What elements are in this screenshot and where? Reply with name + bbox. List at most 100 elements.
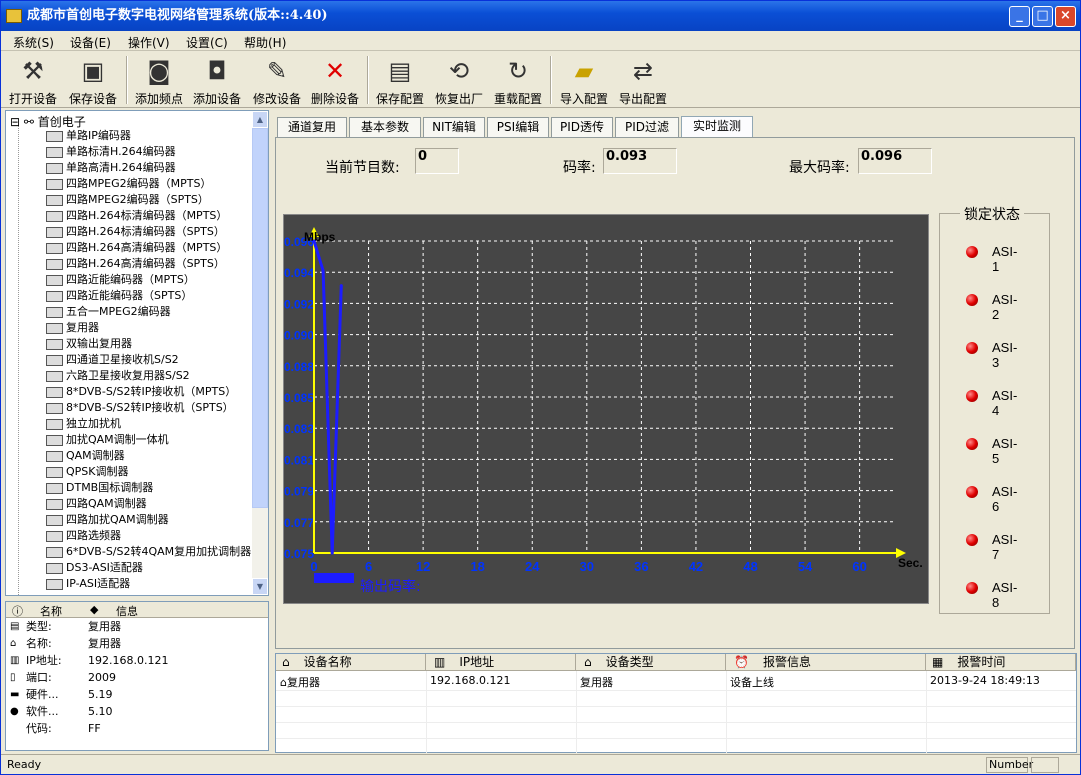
property-row[interactable]: 代码: FF (6, 720, 268, 737)
device-icon (46, 354, 63, 366)
tab-realtime-monitor[interactable]: 实时监测 (681, 116, 753, 138)
tree-item-label: 四通道卫星接收机S/S2 (66, 353, 179, 366)
col-alarm-info[interactable]: ⏰ 报警信息 (726, 654, 926, 671)
lock-label: ASI-3 (992, 340, 1018, 370)
wrench-icon: ⚒ (22, 57, 44, 85)
tree-item-label: 五合一MPEG2编码器 (66, 305, 171, 318)
device-icon: ⌂ (282, 655, 290, 669)
tree-item[interactable]: 单路高清H.264编码器 (46, 160, 176, 176)
alarm-row-info[interactable]: 设备上线 (730, 674, 774, 690)
tree-item-label: 四路H.264标清编码器（SPTS） (66, 225, 225, 238)
tree-item[interactable]: 四路近能编码器（SPTS） (46, 288, 192, 304)
tree-item[interactable]: 四路H.264标清编码器（SPTS） (46, 224, 225, 240)
tree-item[interactable]: 五合一MPEG2编码器 (46, 304, 171, 320)
property-key: IP地址: (26, 654, 62, 667)
scroll-up-icon[interactable]: ▲ (252, 111, 268, 128)
tree-item[interactable]: 四路选频器 (46, 528, 121, 544)
tree-item[interactable]: 四路近能编码器（MPTS） (46, 272, 195, 288)
import-config-button[interactable]: ▰ 导入配置 (556, 54, 612, 106)
tree-item[interactable]: 8*DVB-S/S2转IP接收机（SPTS） (46, 400, 234, 416)
tree-item[interactable]: 复用器 (46, 320, 99, 336)
close-button[interactable]: × (1055, 6, 1076, 27)
tree-item[interactable]: 四路加扰QAM调制器 (46, 512, 169, 528)
col-alarm-time[interactable]: ▦ 报警时间 (926, 654, 1076, 671)
toolbar-separator (126, 56, 128, 104)
alarm-row-ip[interactable]: 192.168.0.121 (430, 674, 510, 687)
tree-item[interactable]: 单路标清H.264编码器 (46, 144, 176, 160)
tree-item[interactable]: IP-ASI适配器 (46, 576, 130, 592)
alarm-row-device[interactable]: ⌂复用器 (280, 674, 320, 690)
tree-item[interactable]: 四路MPEG2编码器（SPTS） (46, 192, 209, 208)
device-icon (46, 514, 63, 526)
tree-item[interactable]: 四路H.264高清编码器（MPTS） (46, 240, 227, 256)
tab-pid-filter[interactable]: PID过滤 (615, 117, 679, 137)
property-row[interactable]: ● 软件... 5.10 (6, 703, 268, 720)
tree-item[interactable]: 6*DVB-S/S2转4QAM复用加扰调制器 (46, 544, 251, 560)
max-bitrate-value: 0.096 (858, 148, 932, 174)
property-row[interactable]: ▬ 硬件... 5.19 (6, 686, 268, 703)
tree-item[interactable]: 加扰QAM调制一体机 (46, 432, 169, 448)
tab-psi-edit[interactable]: PSI编辑 (487, 117, 549, 137)
tree-item[interactable]: 四路QAM调制器 (46, 496, 147, 512)
tree-item[interactable]: 四路MPEG2编码器（MPTS） (46, 176, 211, 192)
add-frequency-button[interactable]: ◙ 添加频点 (131, 54, 187, 106)
tree-item-label: IP-ASI适配器 (66, 577, 131, 590)
reload-config-button[interactable]: ↻ 重载配置 (491, 54, 545, 106)
delete-device-button[interactable]: ✕ 删除设备 (307, 54, 363, 106)
col-ip-address[interactable]: ▥ IP地址 (426, 654, 576, 671)
col-device-type[interactable]: ⌂ 设备类型 (576, 654, 726, 671)
tab-pid-passthrough[interactable]: PID透传 (551, 117, 613, 137)
alarm-list[interactable]: ⌂ 设备名称 ▥ IP地址 ⌂ 设备类型 ⏰ 报警信息 ▦ 报警时间 ⌂复用器 192.1… (275, 653, 1077, 753)
tree-item[interactable]: 四通道卫星接收机S/S2 (46, 352, 179, 368)
property-row[interactable]: ⌂ 名称: 复用器 (6, 635, 268, 652)
tree-item[interactable]: QPSK调制器 (46, 464, 129, 480)
tree-item-label: DTMB国标调制器 (66, 481, 154, 494)
output-legend-swatch (314, 573, 354, 583)
tab-basic-params[interactable]: 基本参数 (349, 117, 421, 137)
scroll-thumb[interactable] (252, 128, 268, 508)
tab-channel-mux[interactable]: 通道复用 (277, 117, 347, 137)
tab-nit-edit[interactable]: NIT编辑 (423, 117, 485, 137)
maximize-button[interactable]: □ (1032, 6, 1053, 27)
collapse-icon[interactable]: ⊟ (10, 115, 20, 129)
tree-item[interactable]: 四路H.264标清编码器（MPTS） (46, 208, 227, 224)
factory-reset-button[interactable]: ⟲ 恢复出厂 (431, 54, 487, 106)
scroll-down-icon[interactable]: ▼ (252, 578, 268, 595)
tree-item[interactable]: 双输出复用器 (46, 336, 132, 352)
title-bar[interactable]: 成都市首创电子数字电视网络管理系统(版本::4.40) _ □ × (1, 1, 1080, 31)
tree-scrollbar[interactable]: ▲ ▼ (252, 111, 268, 595)
tree-item[interactable]: 8*DVB-S/S2转IP接收机（MPTS） (46, 384, 236, 400)
property-row[interactable]: ▥ IP地址: 192.168.0.121 (6, 652, 268, 669)
tree-item[interactable]: 单路IP编码器 (46, 128, 131, 144)
tree-item[interactable]: 独立加扰机 (46, 416, 121, 432)
add-device-button[interactable]: ◘ 添加设备 (189, 54, 245, 106)
property-icon: ▯ (10, 672, 16, 683)
tree-item[interactable]: DS3-ASI适配器 (46, 560, 143, 576)
edit-device-button[interactable]: ✎ 修改设备 (249, 54, 305, 106)
menu-settings[interactable]: 设置(C) (186, 34, 228, 51)
tree-item[interactable]: 四路H.264高清编码器（SPTS） (46, 256, 225, 272)
tree-item[interactable]: QAM调制器 (46, 448, 125, 464)
alarm-row-time[interactable]: 2013-9-24 18:49:13 (930, 674, 1040, 687)
save-config-button[interactable]: ▤ 保存配置 (373, 54, 427, 106)
save-device-button[interactable]: ▣ 保存设备 (65, 54, 121, 106)
column-name[interactable]: 名称 (40, 603, 62, 619)
tree-item[interactable]: DTMB国标调制器 (46, 480, 153, 496)
menu-help[interactable]: 帮助(H) (244, 34, 286, 51)
column-info[interactable]: 信息 (116, 603, 138, 619)
menu-operation[interactable]: 操作(V) (128, 34, 170, 51)
property-row[interactable]: ▤ 类型: 复用器 (6, 618, 268, 635)
tree-item[interactable]: 六路卫星接收复用器S/S2 (46, 368, 190, 384)
export-config-button[interactable]: ⇄ 导出配置 (615, 54, 671, 106)
property-key: 名称: (26, 637, 52, 650)
menu-system[interactable]: 系统(S) (13, 34, 54, 51)
device-tree[interactable]: ⊟ ⚯ 首创电子 单路IP编码器 单路标清H.264编码器 单路高清H.264编码器… (5, 110, 269, 596)
alarm-row-type[interactable]: 复用器 (580, 674, 613, 690)
tree-item-label: QPSK调制器 (66, 465, 129, 478)
device-icon (46, 450, 63, 462)
property-row[interactable]: ▯ 端口: 2009 (6, 669, 268, 686)
col-device-name[interactable]: ⌂ 设备名称 (276, 654, 426, 671)
menu-device[interactable]: 设备(E) (70, 34, 111, 51)
minimize-button[interactable]: _ (1009, 6, 1030, 27)
open-device-button[interactable]: ⚒ 打开设备 (7, 54, 59, 106)
